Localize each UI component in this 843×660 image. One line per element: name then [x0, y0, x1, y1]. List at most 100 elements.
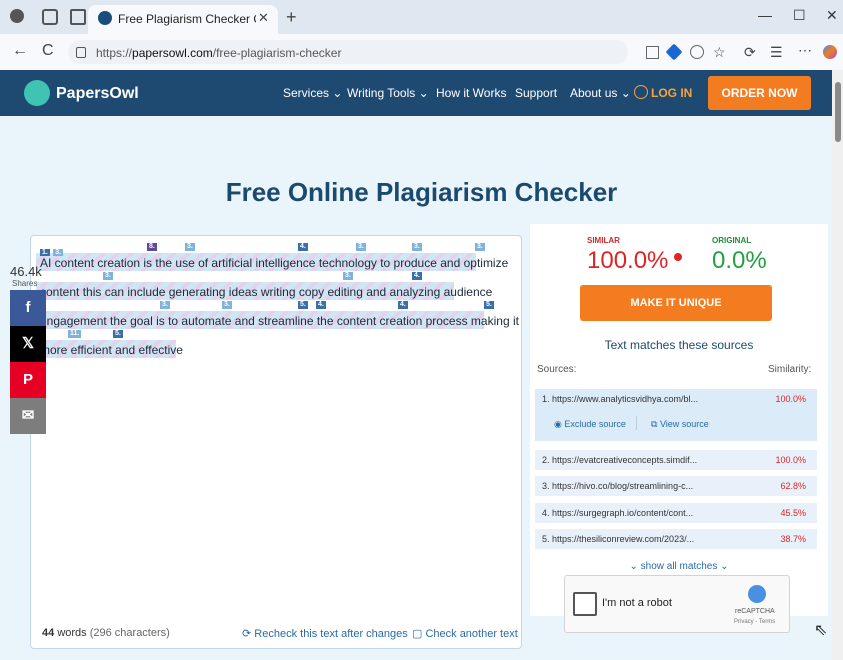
- recaptcha-label: reCAPTCHA: [735, 608, 775, 615]
- nav-how-it-works[interactable]: How it Works: [436, 86, 506, 100]
- sources-label: Sources:: [537, 364, 577, 375]
- login-icon: [634, 85, 648, 99]
- site-logo[interactable]: PapersOwl: [56, 85, 139, 103]
- external-link-icon: ⧉: [651, 419, 660, 429]
- recaptcha-terms[interactable]: Privacy - Terms: [734, 619, 775, 625]
- match-marker[interactable]: 5.: [484, 301, 494, 309]
- chevron-down-icon: ⌄: [717, 561, 729, 572]
- match-marker[interactable]: 4.: [298, 243, 308, 251]
- matches-heading: Text matches these sources: [604, 338, 754, 352]
- editor-line: engagement the goal is to automate and s…: [40, 314, 519, 328]
- recheck-link[interactable]: ⟳ Recheck this text after changes: [242, 627, 408, 640]
- reload-icon[interactable]: C: [42, 42, 54, 60]
- recaptcha-checkbox[interactable]: [573, 592, 597, 616]
- apps-icon[interactable]: [646, 46, 659, 59]
- owl-favicon-icon: [98, 11, 112, 25]
- match-marker[interactable]: 3.: [222, 301, 232, 309]
- x-share-button[interactable]: 𝕏: [10, 326, 46, 362]
- document-icon: ▢: [412, 628, 426, 640]
- url-text: https://papersowl.com/free-plagiarism-ch…: [96, 46, 342, 60]
- original-value: 0.0%: [712, 247, 767, 274]
- match-marker[interactable]: 4.: [316, 301, 326, 309]
- match-marker[interactable]: 1.: [40, 249, 50, 256]
- source-url[interactable]: 1. https://www.analyticsvidhya.com/bl...: [542, 394, 698, 404]
- favorite-icon[interactable]: ☆: [713, 44, 726, 61]
- nav-services[interactable]: Services ⌄: [283, 86, 342, 100]
- page-scrollbar[interactable]: [832, 70, 843, 660]
- email-share-button[interactable]: ✉: [10, 398, 46, 434]
- extensions-icon[interactable]: ⟳: [744, 44, 756, 61]
- browser-menu-icon[interactable]: [10, 9, 24, 23]
- source-similarity: 100.0%: [775, 455, 806, 465]
- match-marker[interactable]: 11.: [68, 330, 82, 338]
- source-similarity: 38.7%: [780, 534, 806, 544]
- similar-label: SIMILAR: [587, 236, 620, 245]
- match-marker[interactable]: 8.: [147, 243, 157, 251]
- editor-line: more efficient and effective: [40, 343, 183, 357]
- facebook-share-button[interactable]: f: [10, 290, 46, 326]
- match-marker[interactable]: 3.: [103, 272, 113, 280]
- source-similarity: 45.5%: [780, 508, 806, 518]
- match-marker[interactable]: 5.: [113, 330, 123, 338]
- tab-actions-icon[interactable]: [70, 9, 86, 25]
- more-icon[interactable]: [690, 45, 704, 59]
- match-marker[interactable]: 3.: [412, 243, 422, 251]
- share-label: Shares: [12, 279, 38, 288]
- match-marker[interactable]: 3.: [53, 249, 64, 256]
- check-another-link[interactable]: ▢ Check another text: [412, 627, 518, 640]
- source-url[interactable]: 5. https://thesiliconreview.com/2023/...: [542, 534, 694, 544]
- nav-support[interactable]: Support: [515, 86, 557, 100]
- nav-writing-tools[interactable]: Writing Tools ⌄: [347, 86, 429, 100]
- view-source-link[interactable]: ⧉ View source: [651, 419, 709, 430]
- tab-title: Free Plagiarism Checker Online fo: [118, 12, 256, 26]
- eye-icon: ◉: [554, 419, 565, 429]
- show-all-matches-link[interactable]: ⌄ show all matches ⌄: [530, 561, 828, 572]
- refresh-icon: ⟳: [242, 628, 255, 640]
- exclude-source-link[interactable]: ◉ Exclude source: [554, 419, 626, 430]
- back-icon[interactable]: ←: [12, 42, 28, 60]
- recaptcha-logo-icon: [748, 585, 766, 603]
- tab-close-icon[interactable]: ✕: [258, 10, 269, 26]
- order-now-button[interactable]: ORDER NOW: [708, 76, 811, 110]
- match-marker[interactable]: 3.: [475, 243, 485, 251]
- editor-line: content this can include generating idea…: [40, 285, 493, 299]
- owl-logo-icon[interactable]: [24, 80, 50, 106]
- similar-value: 100.0%: [587, 247, 669, 274]
- lock-icon: [76, 47, 86, 58]
- page-title: Free Online Plagiarism Checker: [225, 177, 618, 207]
- maximize-icon[interactable]: ☐: [793, 7, 806, 24]
- match-marker[interactable]: 5.: [298, 301, 308, 309]
- settings-more-icon[interactable]: ⋯: [798, 42, 812, 59]
- match-marker-row: 1. 3.: [40, 243, 64, 257]
- nav-about-us[interactable]: About us ⌄: [570, 86, 631, 100]
- match-marker[interactable]: 4.: [412, 272, 422, 280]
- match-marker[interactable]: 3.: [185, 243, 195, 251]
- match-marker[interactable]: 3.: [343, 272, 353, 280]
- source-similarity: 100.0%: [775, 394, 806, 404]
- source-url[interactable]: 3. https://hivo.co/blog/streamlining-c..…: [542, 481, 693, 491]
- match-marker[interactable]: 3.: [160, 301, 170, 309]
- similarity-label: Similarity:: [768, 364, 812, 375]
- minimize-icon[interactable]: —: [758, 7, 772, 23]
- share-count: 46.4k: [10, 264, 42, 279]
- copilot-icon[interactable]: [823, 45, 837, 59]
- source-url[interactable]: 4. https://surgegraph.io/content/cont...: [542, 508, 693, 518]
- original-label: ORIGINAL: [712, 236, 752, 245]
- workspaces-icon[interactable]: [42, 9, 58, 25]
- match-marker[interactable]: 3.: [356, 243, 366, 251]
- window-close-icon[interactable]: ✕: [826, 7, 838, 24]
- match-marker[interactable]: 4.: [398, 301, 408, 309]
- chevron-down-icon: ⌄: [629, 561, 641, 572]
- source-url[interactable]: 2. https://evatcreativeconcepts.simdif..…: [542, 455, 697, 465]
- new-tab-icon[interactable]: +: [286, 7, 297, 28]
- alert-icon[interactable]: [674, 253, 682, 261]
- divider: [636, 416, 637, 430]
- pinterest-share-button[interactable]: P: [10, 362, 46, 398]
- word-count: 44 words (296 characters): [42, 627, 170, 639]
- make-unique-button[interactable]: MAKE IT UNIQUE: [580, 285, 772, 321]
- favorites-bar-icon[interactable]: ☰: [770, 44, 783, 61]
- scrollbar-thumb[interactable]: [835, 82, 841, 142]
- recaptcha-text: I'm not a robot: [602, 597, 672, 609]
- source-similarity: 62.8%: [780, 481, 806, 491]
- login-link[interactable]: LOG IN: [651, 86, 692, 100]
